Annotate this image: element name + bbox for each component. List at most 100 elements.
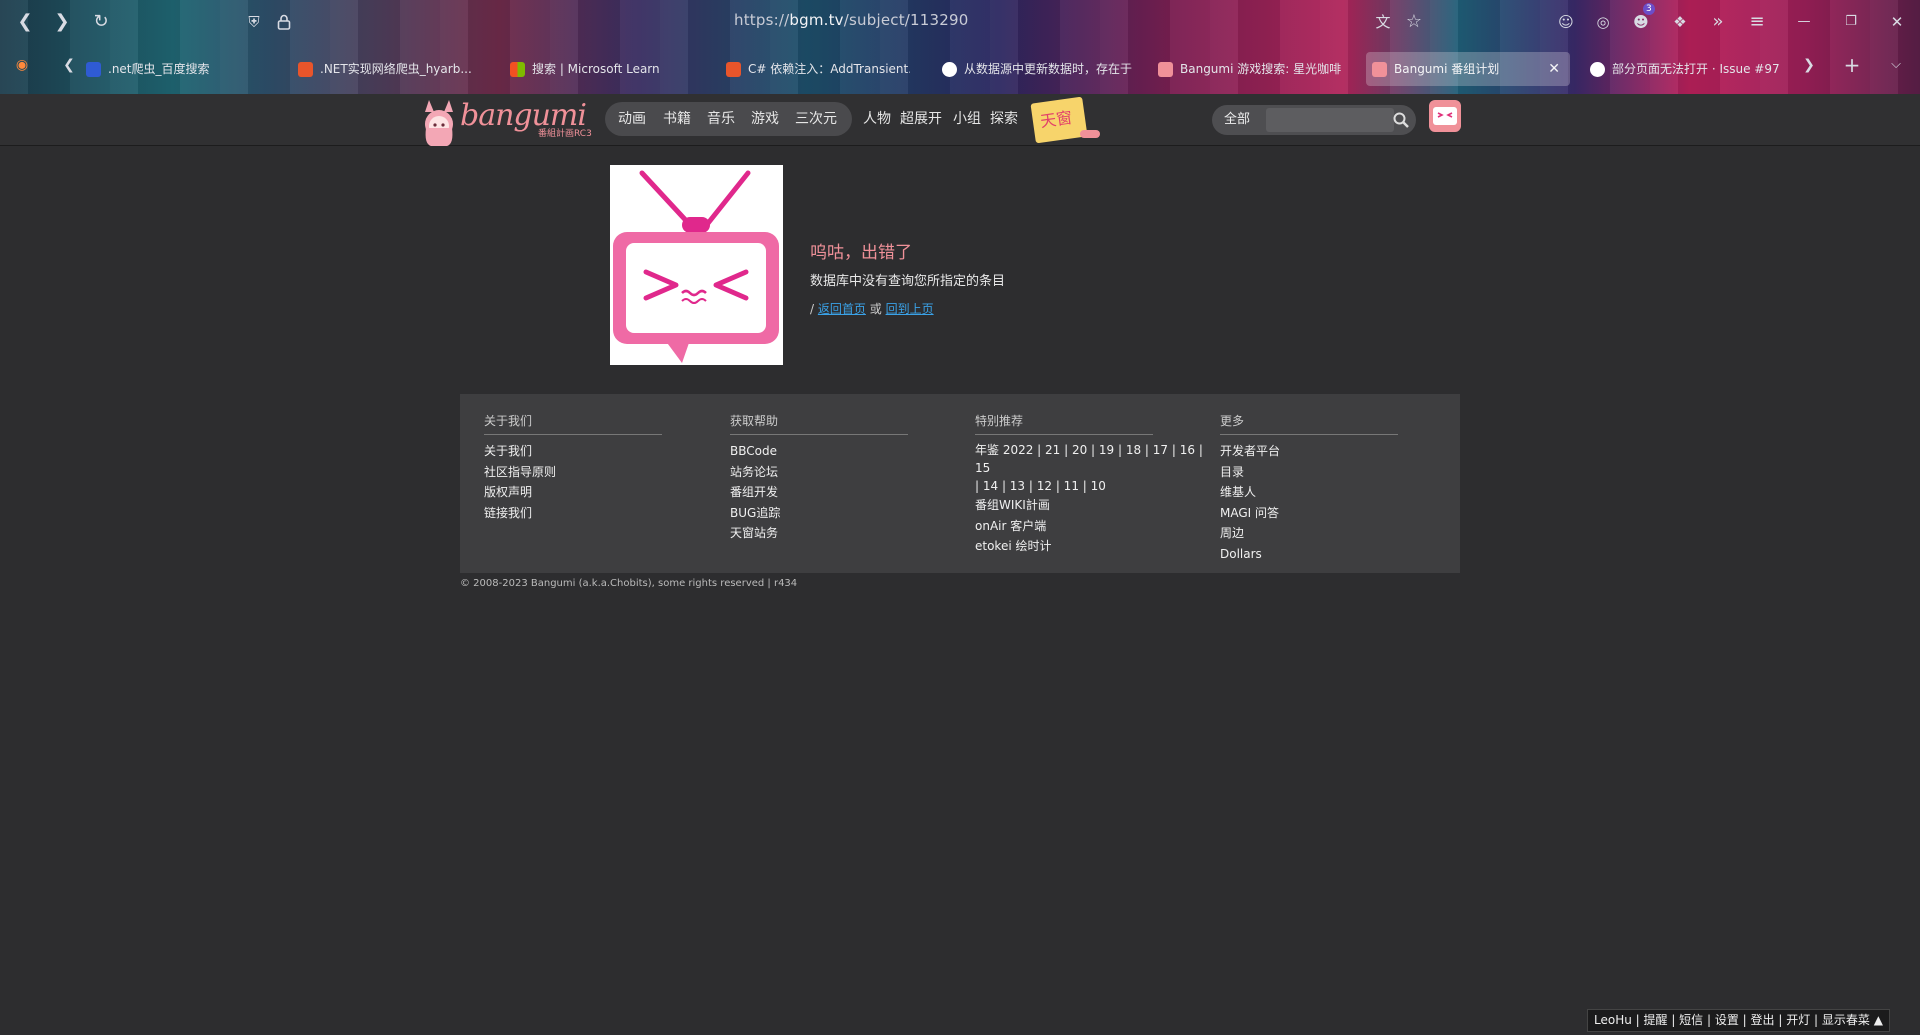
footer-link[interactable]: 版权声明 — [484, 482, 662, 503]
error-links-prefix: / — [810, 302, 815, 316]
footer-col-more: 更多 开发者平台 目录 维基人 MAGI 问答 周边 Dollars — [1220, 412, 1398, 564]
footer-link[interactable]: 维基人 — [1220, 482, 1398, 503]
footer-link[interactable]: 目录 — [1220, 462, 1398, 483]
site-footer: 关于我们 关于我们 社区指导原则 版权声明 链接我们 获取帮助 BBCode 站… — [460, 394, 1460, 573]
yearbook-links-more[interactable]: | 14 | 13 | 12 | 11 | 10 — [975, 477, 1215, 495]
tab-title: 部分页面无法打开 · Issue #97 — [1612, 62, 1780, 76]
tianchuang-sticker[interactable]: 天窗 — [1030, 96, 1100, 144]
footer-link[interactable]: 开发者平台 — [1220, 441, 1398, 462]
error-links-or: 或 — [869, 302, 882, 316]
close-window-icon[interactable]: ✕ — [1884, 9, 1910, 35]
tab-title: .NET实现网络爬虫_hyarb... — [320, 62, 472, 76]
new-tab-icon[interactable]: + — [1839, 52, 1865, 78]
firefox-icon[interactable]: ◉ — [9, 52, 35, 78]
avatar[interactable] — [1429, 100, 1461, 132]
footer-col-about: 关于我们 关于我们 社区指导原则 版权声明 链接我们 — [484, 412, 662, 523]
footer-link[interactable]: 番组开发 — [730, 482, 908, 503]
tab-title: Bangumi 游戏搜索: 星光咖啡... — [1180, 62, 1342, 76]
nav-anime[interactable]: 动画 — [618, 102, 646, 136]
tab-list-icon[interactable]: ⌵ — [1883, 52, 1909, 78]
search-category-select[interactable]: 全部 — [1224, 105, 1250, 135]
avatar-face-icon — [1433, 107, 1457, 125]
tab-favicon-icon — [298, 62, 313, 77]
extension-mask-icon[interactable]: ◎ — [1590, 9, 1616, 35]
browser-tab[interactable]: C# 依赖注入：AddTransient... — [720, 52, 910, 86]
copyright: © 2008-2023 Bangumi (a.k.a.Chobits), som… — [460, 578, 798, 589]
nav-books[interactable]: 书籍 — [663, 102, 691, 136]
browser-tab[interactable]: 部分页面无法打开 · Issue #97 — [1584, 52, 1780, 86]
tab-favicon-icon — [510, 62, 525, 77]
tab-favicon-icon — [726, 62, 741, 77]
footer-link[interactable]: 周边 — [1220, 523, 1398, 544]
user-status-bar: LeoHu | 提醒 | 短信 | 设置 | 登出 | 开灯 | 显示春菜 ▲ — [1587, 1009, 1890, 1032]
back-icon[interactable]: ❮ — [12, 9, 38, 35]
url-path: /subject/113290 — [843, 11, 969, 29]
url-host: bgm.tv — [789, 11, 844, 29]
footer-link[interactable]: 站务论坛 — [730, 462, 908, 483]
nav-people[interactable]: 人物 — [863, 102, 891, 136]
search-input[interactable] — [1266, 108, 1394, 132]
username-link[interactable]: LeoHu — [1594, 1013, 1632, 1027]
user-actions[interactable]: | 提醒 | 短信 | 设置 | 登出 | 开灯 | 显示春菜 ▲ — [1636, 1013, 1883, 1027]
yearbook-links[interactable]: 年鉴 2022 | 21 | 20 | 19 | 18 | 17 | 16 | … — [975, 441, 1215, 477]
lock-icon[interactable] — [271, 9, 297, 35]
tab-favicon-icon — [86, 62, 101, 77]
shield-icon[interactable]: ⛨ — [241, 9, 267, 35]
browser-tab[interactable]: .net爬虫_百度搜索 — [80, 52, 280, 86]
url-prefix: https:// — [734, 11, 790, 29]
translate-icon[interactable]: 文 — [1370, 9, 1396, 35]
tab-favicon-icon — [1372, 62, 1387, 77]
browser-tab[interactable]: 搜索 | Microsoft Learn — [504, 52, 694, 86]
tab-scroll-right-icon[interactable]: ❯ — [1796, 52, 1822, 78]
nav-games[interactable]: 游戏 — [751, 102, 779, 136]
footer-col-title: 关于我们 — [484, 412, 662, 435]
footer-link[interactable]: 关于我们 — [484, 441, 662, 462]
footer-col-help: 获取帮助 BBCode 站务论坛 番组开发 BUG追踪 天窗站务 — [730, 412, 908, 544]
menu-icon[interactable]: ≡ — [1744, 9, 1770, 35]
bookmark-star-icon[interactable]: ☆ — [1401, 9, 1427, 35]
footer-link[interactable]: BUG追踪 — [730, 503, 908, 524]
browser-tab[interactable]: Bangumi 游戏搜索: 星光咖啡... — [1152, 52, 1342, 86]
nav-explore[interactable]: 探索 — [990, 102, 1018, 136]
tab-strip: ◉ ❮ .net爬虫_百度搜索 .NET实现网络爬虫_hyarb... 搜索 |… — [0, 48, 1920, 90]
back-link[interactable]: 回到上页 — [886, 302, 934, 316]
more-tools-icon[interactable]: » — [1705, 9, 1731, 35]
reload-icon[interactable]: ↻ — [88, 9, 114, 35]
footer-link[interactable]: etokei 绘时计 — [975, 536, 1153, 557]
browser-tab-active[interactable]: Bangumi 番组计划 ✕ — [1366, 52, 1570, 86]
footer-link[interactable]: 链接我们 — [484, 503, 662, 524]
tv-error-face-icon — [613, 170, 779, 363]
browser-chrome: ❮ ❯ ↻ ⛨ https://bgm.tv/subject/113290 文 … — [0, 0, 1920, 94]
nav-real[interactable]: 三次元 — [795, 102, 837, 136]
tab-title: Bangumi 番组计划 — [1394, 62, 1500, 76]
minimize-icon[interactable]: — — [1791, 9, 1817, 35]
nav-groups[interactable]: 小组 — [953, 102, 981, 136]
browser-tab[interactable]: .NET实现网络爬虫_hyarb... — [292, 52, 482, 86]
tab-close-icon[interactable]: ✕ — [1548, 52, 1560, 86]
extension-face-icon[interactable]: ☻ 3 — [1628, 3, 1655, 35]
tianchuang-sticker-label: 天窗 — [1039, 107, 1074, 132]
footer-link[interactable]: MAGI 问答 — [1220, 503, 1398, 524]
main-nav: 动画 书籍 音乐 游戏 三次元 — [605, 102, 852, 136]
search-icon[interactable] — [1392, 111, 1410, 129]
home-link[interactable]: 返回首页 — [818, 302, 866, 316]
footer-link[interactable]: Dollars — [1220, 544, 1398, 565]
footer-link[interactable]: 番组WIKI計画 — [975, 495, 1153, 516]
footer-link[interactable]: 天窗站务 — [730, 523, 908, 544]
account-icon[interactable]: ☺ — [1553, 9, 1579, 35]
browser-tab[interactable]: 从数据源中更新数据时，存在于... — [936, 52, 1132, 86]
footer-link[interactable]: onAir 客户端 — [975, 516, 1153, 537]
tab-title: 搜索 | Microsoft Learn — [532, 62, 660, 76]
nav-music[interactable]: 音乐 — [707, 102, 735, 136]
footer-link[interactable]: BBCode — [730, 441, 908, 462]
footer-link[interactable]: 社区指导原则 — [484, 462, 662, 483]
extensions-puzzle-icon[interactable]: ❖ — [1667, 9, 1693, 35]
footer-col-title: 特别推荐 — [975, 412, 1153, 435]
forward-icon[interactable]: ❯ — [49, 9, 75, 35]
nav-rakuen[interactable]: 超展开 — [900, 102, 942, 136]
bangumi-mascot-icon[interactable] — [421, 100, 457, 146]
site-header: bangumi 番組計画RC3 动画 书籍 音乐 游戏 三次元 人物 超展开 小… — [0, 94, 1920, 146]
restore-icon[interactable]: ❐ — [1838, 9, 1864, 35]
address-bar[interactable]: https://bgm.tv/subject/113290 — [734, 11, 969, 29]
tab-scroll-left-icon[interactable]: ❮ — [56, 52, 82, 78]
